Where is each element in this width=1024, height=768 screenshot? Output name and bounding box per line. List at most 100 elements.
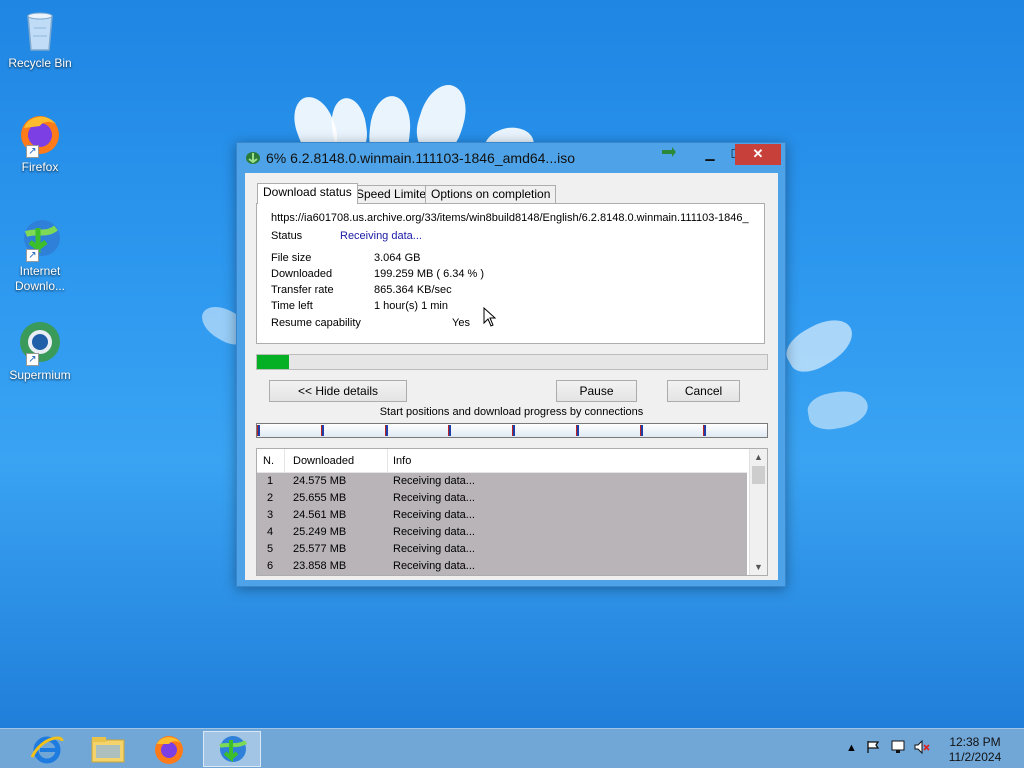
scrollbar-thumb[interactable] <box>752 466 765 484</box>
volume-muted-icon[interactable] <box>914 739 930 768</box>
desktop-icon-recycle-bin[interactable]: Recycle Bin <box>2 6 78 71</box>
taskbar-file-explorer[interactable] <box>79 731 137 767</box>
connection-marker <box>512 425 515 436</box>
close-button[interactable]: ✕ <box>735 144 781 165</box>
column-header-downloaded[interactable]: Downloaded <box>293 455 354 467</box>
connection-marker <box>448 425 452 436</box>
connection-marker <box>575 425 579 436</box>
status-value: Receiving data... <box>340 230 422 242</box>
wallpaper-petal <box>805 387 871 433</box>
row-downloaded: 24.575 MB <box>293 475 347 487</box>
row-downloaded: 25.577 MB <box>293 543 347 555</box>
shortcut-arrow-icon: ↗ <box>26 353 39 366</box>
list-header: N. Downloaded Info <box>257 449 747 473</box>
download-progress-bar <box>256 354 768 370</box>
row-downloaded: 25.655 MB <box>293 492 347 504</box>
download-url: https://ia601708.us.archive.org/33/items… <box>271 212 749 224</box>
row-number: 1 <box>267 475 274 487</box>
connection-marker <box>320 425 324 436</box>
table-row[interactable]: 2 25.655 MB Receiving data... <box>257 490 747 507</box>
tab-options-on-completion[interactable]: Options on completion <box>425 185 557 203</box>
row-number: 6 <box>267 560 274 572</box>
window-titlebar[interactable]: 6% 6.2.8148.0.winmain.111103-1846_amd64.… <box>237 143 785 173</box>
column-header-info[interactable]: Info <box>393 455 411 467</box>
row-number: 5 <box>267 543 274 555</box>
connections-progress-bar <box>256 423 768 438</box>
desktop-icon-internet-download-manager[interactable]: ↗ Internet Downlo... <box>2 214 78 294</box>
connection-marker <box>257 425 260 436</box>
action-center-flag-icon[interactable] <box>866 740 880 768</box>
file-size-label: File size <box>271 252 312 264</box>
tab-speed-limiter[interactable]: Speed Limiter <box>350 185 437 203</box>
row-number: 2 <box>267 492 274 504</box>
recycle-bin-icon <box>16 6 64 54</box>
time-left-value: 1 hour(s) 1 min <box>374 300 448 312</box>
connection-marker <box>703 425 707 436</box>
table-row[interactable]: 4 25.249 MB Receiving data... <box>257 524 747 541</box>
idm-icon <box>245 151 261 165</box>
table-row[interactable]: 1 24.575 MB Receiving data... <box>257 473 747 490</box>
row-info: Receiving data... <box>393 526 475 538</box>
idm-icon: ↗ <box>16 214 64 262</box>
row-downloaded: 25.249 MB <box>293 526 347 538</box>
table-row[interactable]: 6 23.858 MB Receiving data... <box>257 558 747 575</box>
mouse-cursor-icon <box>483 307 497 327</box>
taskbar-internet-explorer[interactable] <box>18 731 76 767</box>
shortcut-arrow-icon: ↗ <box>26 145 39 158</box>
desktop-icon-label: Supermium <box>9 368 71 382</box>
network-icon[interactable] <box>890 740 906 768</box>
minimize-button[interactable]: ▁ <box>696 144 724 165</box>
desktop-icon-firefox[interactable]: ↗ Firefox <box>2 110 78 175</box>
row-downloaded: 23.858 MB <box>293 560 347 572</box>
clock-time: 12:38 PM <box>949 735 1001 749</box>
show-hidden-icons[interactable]: ▲ <box>846 742 857 768</box>
clock-date: 11/2/2024 <box>948 750 1002 764</box>
row-info: Receiving data... <box>393 543 475 555</box>
resume-capability-label: Resume capability <box>271 317 361 329</box>
row-downloaded: 24.561 MB <box>293 509 347 521</box>
cancel-button[interactable]: Cancel <box>667 380 740 402</box>
row-number: 4 <box>267 526 274 538</box>
pause-button[interactable]: Pause <box>556 380 637 402</box>
table-row[interactable]: 3 24.561 MB Receiving data... <box>257 507 747 524</box>
resume-capability-value: Yes <box>452 317 470 329</box>
row-info: Receiving data... <box>393 475 475 487</box>
firefox-icon: ↗ <box>16 110 64 158</box>
supermium-icon: ↗ <box>16 318 64 366</box>
transfer-rate-label: Transfer rate <box>271 284 334 296</box>
list-scrollbar[interactable]: ▲ ▼ <box>749 449 767 575</box>
download-status-panel: https://ia601708.us.archive.org/33/items… <box>256 203 765 344</box>
connection-marker <box>639 425 643 436</box>
wallpaper-petal <box>779 310 861 380</box>
desktop-icon-label: Recycle Bin <box>8 56 72 70</box>
window-client-area: Download status Speed Limiter Options on… <box>245 173 778 580</box>
file-explorer-icon <box>91 737 125 763</box>
scroll-up-icon[interactable]: ▲ <box>750 449 767 465</box>
download-window: 6% 6.2.8148.0.winmain.111103-1846_amd64.… <box>236 142 786 587</box>
hide-details-button[interactable]: << Hide details <box>269 380 407 402</box>
table-row[interactable]: 5 25.577 MB Receiving data... <box>257 541 747 558</box>
downloaded-value: 199.259 MB ( 6.34 % ) <box>374 268 485 280</box>
column-header-n[interactable]: N. <box>263 455 274 467</box>
time-left-label: Time left <box>271 300 313 312</box>
downloaded-label: Downloaded <box>271 268 333 280</box>
file-size-value: 3.064 GB <box>374 252 421 264</box>
desktop-icon-label: Firefox <box>21 160 59 174</box>
status-label: Status <box>271 230 303 242</box>
transfer-rate-value: 865.364 KB/sec <box>374 284 452 296</box>
list-body: 1 24.575 MB Receiving data... 2 25.655 M… <box>257 473 747 575</box>
row-info: Receiving data... <box>393 509 475 521</box>
tab-download-status[interactable]: Download status <box>257 183 358 204</box>
column-divider <box>284 449 285 473</box>
download-to-tray-icon[interactable] <box>655 144 683 165</box>
scroll-down-icon[interactable]: ▼ <box>750 559 767 575</box>
row-number: 3 <box>267 509 274 521</box>
internet-explorer-icon <box>30 736 64 764</box>
connections-label: Start positions and download progress by… <box>379 406 644 418</box>
taskbar-clock[interactable]: 12:38 PM 11/2/2024 <box>944 735 1006 765</box>
taskbar-internet-download-manager[interactable] <box>203 731 261 767</box>
progress-fill <box>257 355 290 369</box>
firefox-icon <box>155 736 183 764</box>
taskbar-firefox[interactable] <box>140 731 198 767</box>
desktop-icon-supermium[interactable]: ↗ Supermium <box>2 318 78 383</box>
